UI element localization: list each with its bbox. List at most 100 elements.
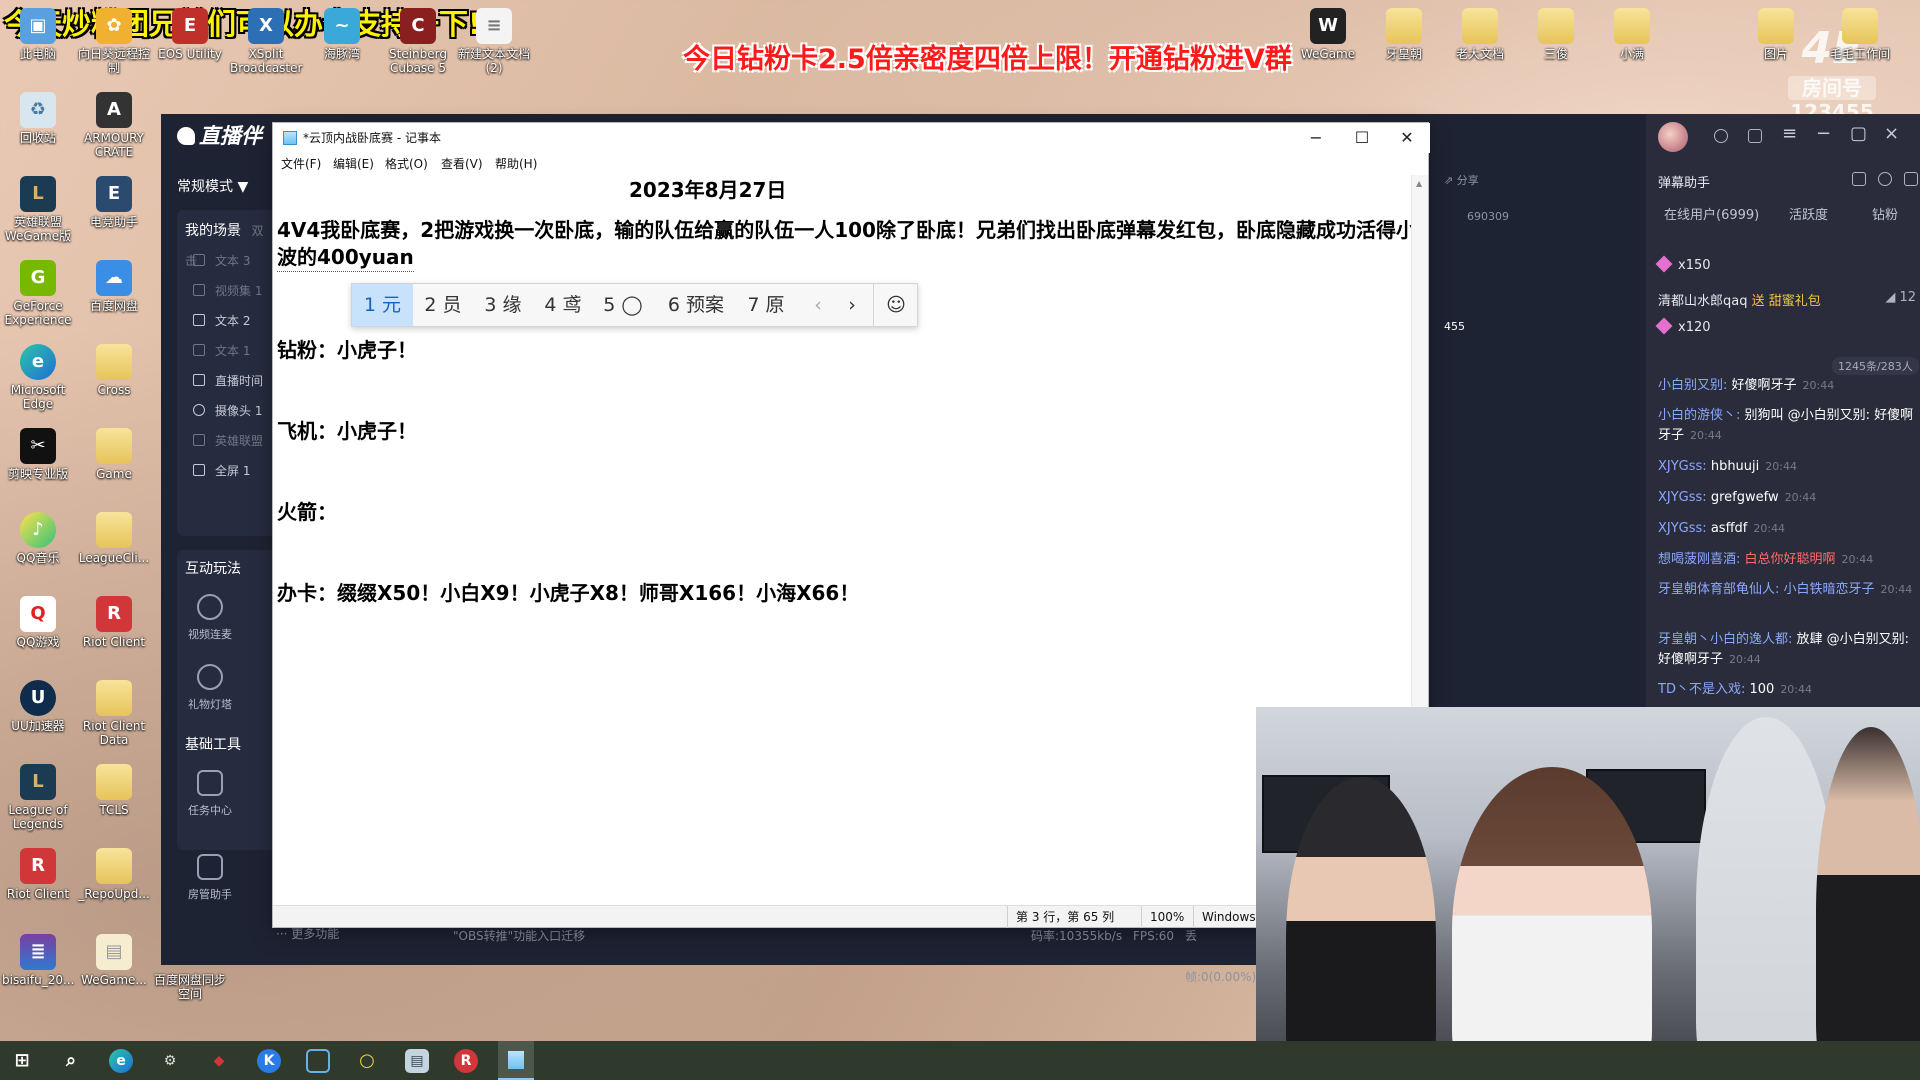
menu-help[interactable]: 帮助(H)	[495, 153, 537, 175]
ime-prev-page-icon[interactable]: ‹	[801, 284, 835, 326]
task-center-tool[interactable]: 任务中心	[185, 770, 235, 818]
desktop-icon-xsplit[interactable]: X XSplit Broadcaster	[230, 8, 302, 75]
source-item[interactable]: 直播时间	[185, 366, 275, 396]
source-item[interactable]: 摄像头 1	[185, 396, 275, 426]
folder-icon	[96, 848, 132, 884]
popout-icon[interactable]	[1904, 172, 1918, 186]
menu-view[interactable]: 查看(V)	[441, 153, 483, 175]
minimize-icon[interactable]: −	[1816, 124, 1831, 144]
menu-format[interactable]: 格式(O)	[385, 153, 428, 175]
chat-settings-icon[interactable]	[1878, 172, 1892, 186]
desktop-icon-eos[interactable]: E EOS Utility	[154, 8, 226, 61]
source-item[interactable]: 全屏 1	[185, 456, 275, 486]
desktop-icon-repoupd[interactable]: _RepoUpd...	[78, 848, 150, 901]
desktop-icon-riot[interactable]: R Riot Client	[78, 596, 150, 649]
desktop-icon-qqgame[interactable]: Q QQ游戏	[2, 596, 74, 649]
desktop-icon-lol[interactable]: L League of Legends	[2, 764, 74, 831]
desktop-icon-tcls[interactable]: TCLS	[78, 764, 150, 817]
menu-bar: 文件(F) 编辑(E) 格式(O) 查看(V) 帮助(H)	[273, 153, 1430, 175]
dropped-frames-readout: 丢帧:0(0.00%)	[1185, 929, 1257, 984]
source-item[interactable]: 文本 2	[185, 306, 275, 336]
source-item[interactable]: 文本 3	[185, 246, 275, 276]
riot-client-icon[interactable]: R	[454, 1049, 478, 1073]
ime-candidate[interactable]: 6 预案	[657, 284, 735, 326]
task-app-icon[interactable]: ⚙	[158, 1049, 182, 1073]
gift-entry: x150	[1655, 255, 1711, 273]
ime-candidate[interactable]: 7 原	[735, 284, 797, 326]
notepad-icon[interactable]	[498, 1041, 534, 1080]
list-icon[interactable]	[1852, 172, 1866, 186]
edge-icon[interactable]: e	[109, 1049, 133, 1073]
desktop-icon-this-pc[interactable]: ▣ 此电脑	[2, 8, 74, 61]
maximize-button[interactable]: ☐	[1339, 123, 1385, 153]
avatar[interactable]	[1658, 122, 1688, 152]
kook-icon[interactable]: K	[257, 1049, 281, 1073]
room-admin-tool[interactable]: 房管助手	[185, 854, 235, 902]
desktop-icon-lol-wegame[interactable]: L 英雄联盟WeGame版	[2, 176, 74, 243]
desktop-icon-armoury[interactable]: A ARMOURY CRATE	[78, 92, 150, 159]
tab-activity[interactable]: 活跃度	[1789, 204, 1828, 223]
desktop-icon-qqmusic[interactable]: ♪ QQ音乐	[2, 512, 74, 565]
ime-candidate[interactable]: 1 元	[352, 284, 413, 326]
desktop-icon-recycle[interactable]: ♻ 回收站	[2, 92, 74, 145]
desktop-icon-edge[interactable]: e Microsoft Edge	[2, 344, 74, 411]
desktop-icon-wegame[interactable]: W WeGame	[1292, 8, 1364, 61]
desktop-icon-cubase[interactable]: C Steinberg Cubase 5	[382, 8, 454, 75]
window-app-icon[interactable]	[306, 1049, 330, 1073]
help-icon[interactable]	[1748, 129, 1762, 143]
tab-online-users[interactable]: 在线用户(6999)	[1664, 204, 1759, 223]
desktop-icon-sunflower[interactable]: ✿ 向日葵远程控制	[78, 8, 150, 75]
video-link-tool[interactable]: 视频连麦	[185, 594, 235, 642]
doc-line-plane: 飞机：小虎子！	[277, 419, 417, 443]
desktop-icon-leaguecli[interactable]: LeagueCli...	[78, 512, 150, 565]
close-icon[interactable]: ×	[1884, 124, 1899, 144]
desktop-icon-uu[interactable]: U UU加速器	[2, 680, 74, 733]
minimize-button[interactable]: −	[1293, 123, 1339, 153]
desktop-icon-baidu[interactable]: ☁ 百度网盘	[78, 260, 150, 313]
riot-icon[interactable]: ◆	[207, 1049, 231, 1073]
tab-diamond-fans[interactable]: 钻粉	[1872, 204, 1898, 223]
source-item[interactable]: 文本 1	[185, 336, 275, 366]
desktop-icon-geforce[interactable]: G GeForce Experience	[2, 260, 74, 327]
desktop-icon-esports[interactable]: E 电竞助手	[78, 176, 150, 229]
desktop-icon-dolphin[interactable]: ~ 海豚湾	[306, 8, 378, 61]
desktop-icon-bisaifu[interactable]: ≣ bisaifu_20...	[2, 934, 74, 987]
desktop-icon-folder-3[interactable]: 三俊	[1520, 8, 1592, 61]
share-button[interactable]: ⇗ 分享	[1444, 172, 1479, 188]
ime-emoji-icon[interactable]: ☺	[874, 284, 918, 326]
ime-next-page-icon[interactable]: ›	[835, 284, 869, 326]
headset-icon[interactable]	[1714, 129, 1728, 143]
ime-candidate[interactable]: 4 鸢	[533, 284, 593, 326]
search-icon[interactable]: ⌕	[59, 1049, 83, 1073]
gift-tower-tool[interactable]: 礼物灯塔	[185, 664, 235, 712]
ime-candidate[interactable]: 5 ◯	[593, 284, 653, 326]
desktop-icon-folder-2[interactable]: 老大文档	[1444, 8, 1516, 61]
obs-icon[interactable]: ○	[355, 1049, 379, 1073]
desktop-icon-workroom[interactable]: 毛毛工作间	[1824, 8, 1896, 61]
source-item[interactable]: 英雄联盟	[185, 426, 275, 456]
desktop-icon-riot-2[interactable]: R Riot Client	[2, 848, 74, 901]
windows-start-icon[interactable]: ⊞	[10, 1049, 34, 1073]
desktop-icon-capcut[interactable]: ✂ 剪映专业版	[2, 428, 74, 481]
desktop-icon-folder-1[interactable]: 牙皇朝	[1368, 8, 1440, 61]
ime-candidate[interactable]: 3 缘	[473, 284, 533, 326]
desktop-icon-pictures[interactable]: 图片	[1748, 8, 1804, 61]
desktop-icon-game[interactable]: Game	[78, 428, 150, 481]
scroll-up-icon[interactable]: ▲	[1416, 179, 1422, 188]
source-item[interactable]: 视频集 1	[185, 276, 275, 306]
mode-selector[interactable]: 常规模式 ▼	[177, 172, 277, 202]
menu-icon[interactable]: ≡	[1782, 124, 1797, 144]
desktop-icon-folder-4[interactable]: 小满	[1596, 8, 1668, 61]
close-button[interactable]: ✕	[1384, 123, 1430, 153]
maximize-icon[interactable]: ▢	[1850, 124, 1867, 144]
desktop-icon-wegame-file[interactable]: ▤ WeGame...	[78, 934, 150, 987]
desktop-icon-new-text[interactable]: ≡ 新建文本文档 (2)	[458, 8, 530, 75]
qq-game-icon: Q	[20, 596, 56, 632]
esports-helper-icon: E	[96, 176, 132, 212]
folder-app-icon[interactable]: ▤	[405, 1049, 429, 1073]
ime-candidate[interactable]: 2 员	[413, 284, 473, 326]
menu-edit[interactable]: 编辑(E)	[333, 153, 374, 175]
desktop-icon-riot-data[interactable]: Riot Client Data	[78, 680, 150, 747]
menu-file[interactable]: 文件(F)	[281, 153, 321, 175]
desktop-icon-cross[interactable]: Cross	[78, 344, 150, 397]
